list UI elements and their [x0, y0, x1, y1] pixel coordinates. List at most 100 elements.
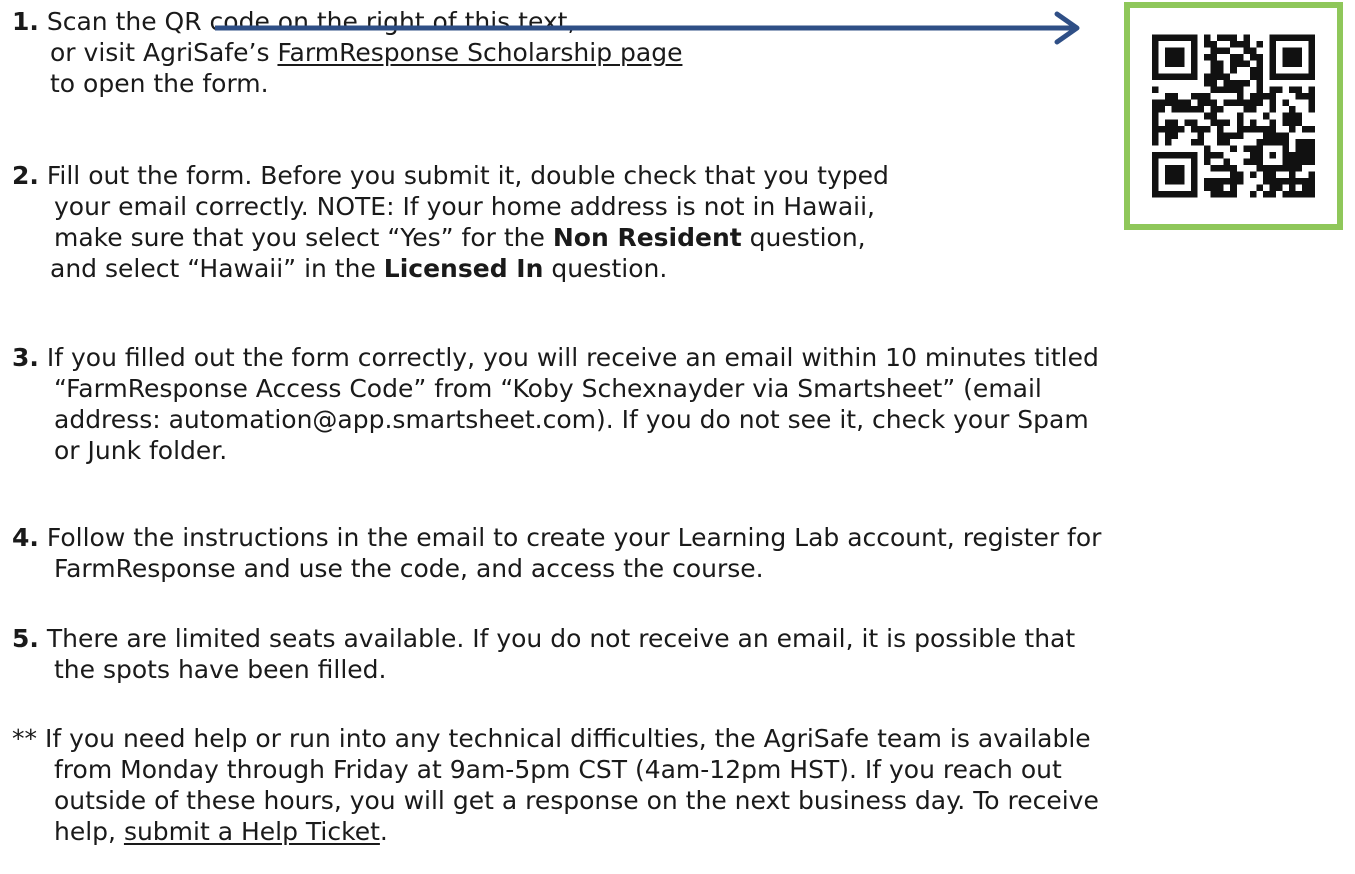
qr-module [1152, 67, 1159, 74]
step-3-line-4: or Junk folder. [54, 436, 228, 465]
step-5-number: 5. [12, 624, 39, 653]
qr-module [1249, 67, 1257, 74]
qr-module [1243, 34, 1250, 42]
qr-module [1217, 190, 1224, 198]
qr-module [1178, 73, 1185, 81]
qr-module [1236, 99, 1244, 107]
qr-module [1223, 164, 1231, 172]
qr-module [1275, 132, 1283, 139]
qr-module [1178, 164, 1185, 172]
qr-module [1171, 99, 1179, 107]
step-4-line-1: 4. Follow the instructions in the email … [12, 522, 1101, 553]
qr-module [1230, 177, 1237, 185]
qr-module [1191, 106, 1198, 113]
qr-module [1210, 151, 1218, 159]
qr-module [1308, 190, 1315, 198]
qr-module [1249, 99, 1257, 107]
qr-module [1269, 60, 1276, 68]
qr-module [1191, 190, 1198, 198]
qr-module [1204, 73, 1211, 81]
qr-module [1178, 60, 1185, 68]
qr-module [1171, 177, 1179, 185]
qr-module [1269, 119, 1276, 126]
qr-module [1308, 125, 1315, 133]
qr-module [1288, 184, 1296, 191]
qr-module [1249, 47, 1257, 55]
non-resident-label: Non Resident [552, 223, 742, 252]
qr-module [1158, 190, 1166, 198]
step-2-line-1: 2. Fill out the form. Before you submit … [12, 160, 889, 191]
qr-module [1171, 151, 1179, 159]
qr-module [1171, 54, 1179, 61]
qr-module [1269, 177, 1276, 185]
help-note-line-1: ** If you need help or run into any tech… [12, 723, 1099, 754]
help-note-text: If you need help or run into any technic… [44, 724, 1091, 753]
qr-module [1236, 54, 1244, 61]
qr-module [1275, 184, 1283, 191]
qr-module [1308, 145, 1315, 152]
qr-module [1223, 119, 1231, 126]
qr-module [1152, 177, 1159, 185]
qr-module [1204, 34, 1211, 42]
qr-code-icon[interactable] [1152, 32, 1315, 200]
qr-module [1269, 67, 1276, 74]
qr-module [1256, 99, 1263, 107]
qr-module [1204, 54, 1211, 61]
qr-module [1230, 60, 1237, 68]
qr-module [1243, 145, 1250, 152]
step-3-line-1: 3. If you filled out the form correctly,… [12, 342, 1099, 373]
qr-module [1282, 164, 1289, 172]
help-note-line-2: from Monday through Friday at 9am-5pm CS… [54, 755, 1062, 784]
qr-module [1230, 171, 1237, 178]
qr-module [1230, 54, 1237, 61]
qr-module [1288, 73, 1296, 81]
qr-module [1210, 80, 1218, 87]
qr-module [1282, 119, 1289, 126]
step-2-line-3-post: question, [741, 223, 866, 252]
qr-module [1217, 47, 1224, 55]
qr-module [1171, 73, 1179, 81]
qr-module [1171, 190, 1179, 198]
qr-module [1249, 106, 1257, 113]
qr-module [1256, 158, 1263, 165]
help-ticket-link[interactable]: submit a Help Ticket [124, 817, 380, 846]
qr-module [1152, 132, 1159, 139]
qr-module [1301, 190, 1309, 198]
qr-module [1236, 112, 1244, 120]
qr-module [1165, 54, 1172, 61]
qr-module [1210, 60, 1218, 68]
qr-module [1236, 119, 1244, 126]
qr-module [1243, 47, 1250, 55]
qr-module [1249, 125, 1257, 133]
step-2-line-4: and select “Hawaii” in the Licensed In q… [12, 253, 889, 284]
qr-module [1178, 177, 1185, 185]
qr-module [1295, 86, 1302, 94]
qr-module [1243, 125, 1250, 133]
qr-module [1269, 73, 1276, 81]
step-2: 2. Fill out the form. Before you submit … [12, 160, 889, 284]
qr-module [1308, 138, 1315, 146]
qr-module [1204, 125, 1211, 133]
qr-module [1171, 106, 1179, 113]
qr-module [1301, 125, 1309, 133]
qr-module [1191, 93, 1198, 100]
qr-module [1282, 112, 1289, 120]
qr-module [1262, 164, 1270, 172]
qr-module [1152, 86, 1159, 94]
qr-module [1236, 132, 1244, 139]
qr-module [1301, 158, 1309, 165]
help-note: ** If you need help or run into any tech… [12, 723, 1099, 847]
qr-module [1256, 41, 1263, 48]
qr-module [1282, 60, 1289, 68]
qr-module [1152, 164, 1159, 172]
qr-module [1197, 138, 1205, 146]
qr-module [1236, 125, 1244, 133]
qr-module [1243, 158, 1250, 165]
qr-module [1301, 34, 1309, 42]
qr-module [1171, 34, 1179, 42]
qr-module [1191, 67, 1198, 74]
qr-module [1158, 99, 1166, 107]
qr-module [1191, 171, 1198, 178]
qr-module [1295, 119, 1302, 126]
qr-module [1301, 138, 1309, 146]
